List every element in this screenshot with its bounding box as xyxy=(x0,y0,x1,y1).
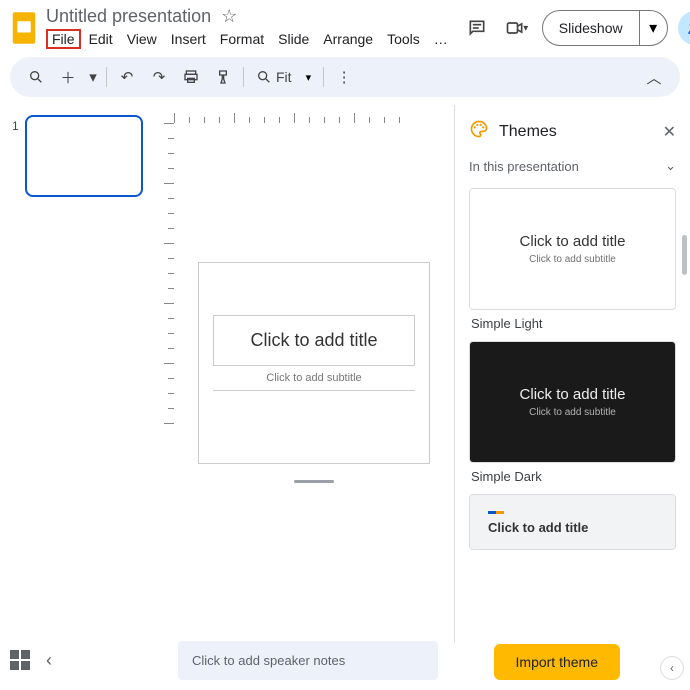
themes-section-toggle[interactable]: In this presentation ⌄ xyxy=(455,154,690,182)
separator xyxy=(243,67,244,87)
themes-header: Themes ✕ xyxy=(455,105,690,154)
redo-button[interactable]: ↷ xyxy=(145,63,173,91)
search-icon[interactable] xyxy=(22,63,50,91)
menu-insert[interactable]: Insert xyxy=(165,29,212,49)
zoom-label: Fit xyxy=(276,69,292,85)
menu-file[interactable]: File xyxy=(46,29,81,49)
theme-preview-sub: Click to add subtitle xyxy=(529,254,616,265)
filmstrip: 1 xyxy=(6,105,156,643)
menu-view[interactable]: View xyxy=(121,29,163,49)
share-button[interactable] xyxy=(678,11,690,45)
document-title[interactable]: Untitled presentation xyxy=(46,6,211,27)
slide: Click to add title Click to add subtitle xyxy=(199,263,429,463)
theme-preview: Click to add title Click to add subtitle xyxy=(470,189,675,309)
comments-icon[interactable] xyxy=(462,13,492,43)
more-tools-icon[interactable]: ⋮ xyxy=(330,63,358,91)
scrollbar[interactable] xyxy=(682,235,687,275)
themes-panel: Themes ✕ In this presentation ⌄ Click to… xyxy=(454,105,690,643)
theme-preview-title: Click to add title xyxy=(488,520,588,535)
close-icon[interactable]: ✕ xyxy=(663,122,676,142)
themes-list: Click to add title Click to add subtitle… xyxy=(455,182,690,643)
theme-card-simple-dark[interactable]: Click to add title Click to add subtitle xyxy=(469,341,676,463)
slide-canvas[interactable]: Click to add title Click to add subtitle xyxy=(174,123,454,643)
paint-format-button[interactable] xyxy=(209,63,237,91)
separator xyxy=(323,67,324,87)
print-button[interactable] xyxy=(177,63,205,91)
speaker-notes-input[interactable]: Click to add speaker notes xyxy=(178,641,438,680)
slideshow-button-group: Slideshow ▾ xyxy=(542,10,668,46)
theme-label: Simple Dark xyxy=(471,469,676,484)
meet-icon[interactable]: ▾ xyxy=(502,13,532,43)
theme-label: Simple Light xyxy=(471,316,676,331)
palette-icon xyxy=(469,119,489,144)
chevron-left-side-icon[interactable]: ‹ xyxy=(660,656,684,680)
ruler-horizontal xyxy=(174,105,454,123)
menu-edit[interactable]: Edit xyxy=(83,29,119,49)
menu-tools[interactable]: Tools xyxy=(381,29,426,49)
themes-title: Themes xyxy=(499,123,653,141)
header-right: ▾ Slideshow ▾ N xyxy=(462,10,690,46)
slideshow-dropdown[interactable]: ▾ xyxy=(639,11,667,45)
themes-section-label: In this presentation xyxy=(469,159,579,174)
theme-preview-title: Click to add title xyxy=(520,233,626,250)
menu-arrange[interactable]: Arrange xyxy=(317,29,379,49)
theme-preview-title: Click to add title xyxy=(520,386,626,403)
canvas-area: Click to add title Click to add subtitle xyxy=(156,105,454,643)
chevron-left-icon[interactable]: ‹ xyxy=(40,646,58,675)
menu-bar: File Edit View Insert Format Slide Arran… xyxy=(46,29,454,49)
theme-preview: Click to add title Click to add subtitle xyxy=(470,342,675,462)
app-header: Untitled presentation ☆ File Edit View I… xyxy=(0,0,690,49)
notes-drag-handle[interactable] xyxy=(294,480,334,483)
slide-number: 1 xyxy=(12,119,19,133)
title-area: Untitled presentation ☆ File Edit View I… xyxy=(46,6,454,49)
ruler-vertical xyxy=(156,123,174,643)
theme-card-simple-light[interactable]: Click to add title Click to add subtitle xyxy=(469,188,676,310)
new-slide-dropdown[interactable]: ▾ xyxy=(86,63,100,91)
slides-logo xyxy=(10,10,38,46)
slide-thumbnail[interactable] xyxy=(25,115,143,197)
theme-preview-sub: Click to add subtitle xyxy=(529,407,616,418)
import-theme-button[interactable]: Import theme xyxy=(494,644,620,680)
slideshow-button[interactable]: Slideshow xyxy=(543,11,639,45)
zoom-control[interactable]: Fit ▾ xyxy=(250,69,317,85)
separator xyxy=(106,67,107,87)
slide-title-placeholder[interactable]: Click to add title xyxy=(213,315,415,366)
chevron-down-icon: ⌄ xyxy=(665,158,676,174)
accent-bar xyxy=(488,511,504,514)
collapse-toolbar-icon[interactable]: ︿ xyxy=(640,63,668,91)
theme-preview: Click to add title xyxy=(470,495,675,550)
menu-slide[interactable]: Slide xyxy=(272,29,315,49)
new-slide-button[interactable]: ＋ xyxy=(54,63,82,91)
theme-card-streamline[interactable]: Click to add title xyxy=(469,494,676,550)
toolbar: ＋ ▾ ↶ ↷ Fit ▾ ⋮ ︿ xyxy=(10,57,680,97)
menu-format[interactable]: Format xyxy=(214,29,270,49)
menu-more[interactable]: … xyxy=(428,29,454,49)
main-area: 1 Click to add title Click to add subtit… xyxy=(0,105,690,643)
slide-subtitle-placeholder[interactable]: Click to add subtitle xyxy=(213,366,415,390)
grid-view-icon[interactable] xyxy=(10,650,30,670)
undo-button[interactable]: ↶ xyxy=(113,63,141,91)
star-icon[interactable]: ☆ xyxy=(221,6,237,27)
